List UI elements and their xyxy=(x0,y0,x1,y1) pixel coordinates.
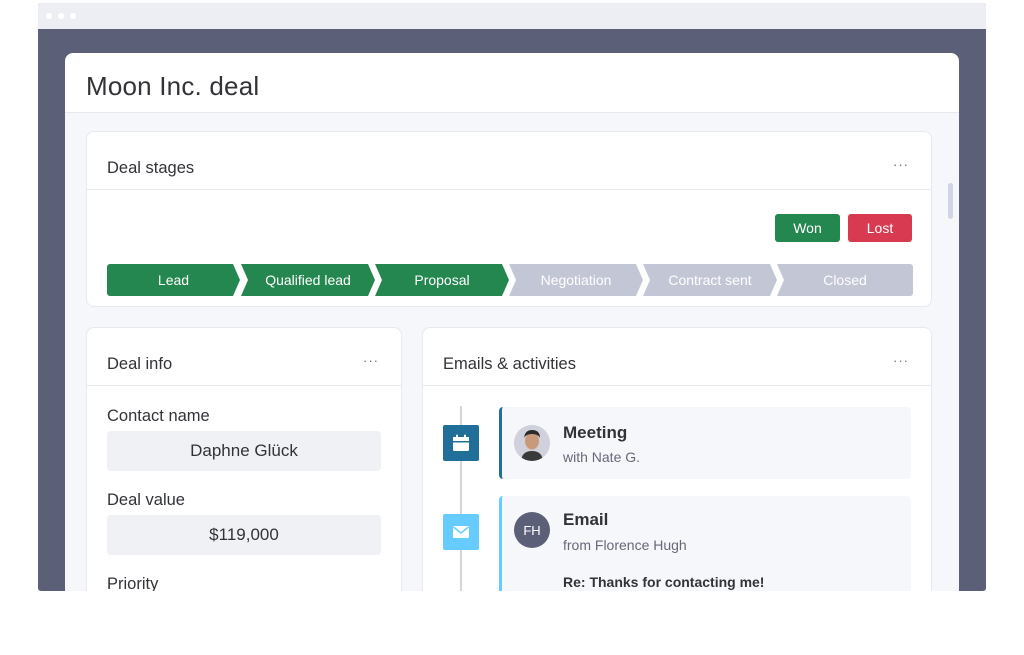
activity-title: Meeting xyxy=(563,423,628,442)
more-options-icon[interactable]: ··· xyxy=(893,353,909,368)
activity-subtitle: with Nate G. xyxy=(563,449,641,465)
stage-contract-sent[interactable]: Contract sent xyxy=(643,264,777,296)
stage-qualified-lead[interactable]: Qualified lead xyxy=(241,264,375,296)
card-header: Emails & activities ··· xyxy=(423,328,931,386)
window-dot[interactable] xyxy=(70,13,76,19)
card-title: Deal info xyxy=(107,355,173,373)
card-header: Deal stages ··· xyxy=(87,132,931,190)
deal-info-card: Deal info ··· Contact name Daphne Glück … xyxy=(86,327,402,591)
activity-subtitle: from Florence Hugh xyxy=(563,537,687,553)
priority-label: Priority xyxy=(107,575,159,591)
deal-panel: Moon Inc. deal Deal stages ··· Won Lost … xyxy=(65,53,959,591)
deal-value-field[interactable]: $119,000 xyxy=(107,515,381,555)
lost-button[interactable]: Lost xyxy=(848,214,912,242)
browser-window: Moon Inc. deal Deal stages ··· Won Lost … xyxy=(38,3,986,591)
avatar: FH xyxy=(514,512,550,548)
activities-card: Emails & activities ··· Meeting with Nat… xyxy=(422,327,932,591)
activity-title: Email xyxy=(563,510,609,529)
avatar xyxy=(514,425,550,461)
contact-name-field[interactable]: Daphne Glück xyxy=(107,431,381,471)
scrollbar-thumb[interactable] xyxy=(948,183,953,219)
window-dot[interactable] xyxy=(58,13,64,19)
panel-body: Deal stages ··· Won Lost Lead Qualified … xyxy=(65,113,959,591)
activity-email[interactable]: FH Email from Florence Hugh Re: Thanks f… xyxy=(499,496,911,591)
more-options-icon[interactable]: ··· xyxy=(363,353,379,368)
won-button[interactable]: Won xyxy=(775,214,840,242)
stage-closed[interactable]: Closed xyxy=(777,264,913,296)
window-dot[interactable] xyxy=(46,13,52,19)
stage-lead[interactable]: Lead xyxy=(107,264,240,296)
panel-header: Moon Inc. deal xyxy=(65,53,959,113)
mail-icon xyxy=(443,514,479,550)
card-title: Deal stages xyxy=(107,159,195,177)
stage-negotiation[interactable]: Negotiation xyxy=(509,264,643,296)
browser-titlebar xyxy=(38,3,986,29)
activity-meeting[interactable]: Meeting with Nate G. xyxy=(499,407,911,479)
calendar-icon xyxy=(443,425,479,461)
stage-pipeline: Lead Qualified lead Proposal Negotiation… xyxy=(107,264,913,296)
deal-value-label: Deal value xyxy=(107,491,185,509)
deal-stages-card: Deal stages ··· Won Lost Lead Qualified … xyxy=(86,131,932,307)
contact-name-label: Contact name xyxy=(107,407,210,425)
stage-proposal[interactable]: Proposal xyxy=(375,264,509,296)
card-header: Deal info ··· xyxy=(87,328,401,386)
email-subject: Re: Thanks for contacting me! xyxy=(563,574,765,590)
more-options-icon[interactable]: ··· xyxy=(893,157,909,172)
page-title: Moon Inc. deal xyxy=(86,71,260,101)
card-title: Emails & activities xyxy=(443,355,576,373)
